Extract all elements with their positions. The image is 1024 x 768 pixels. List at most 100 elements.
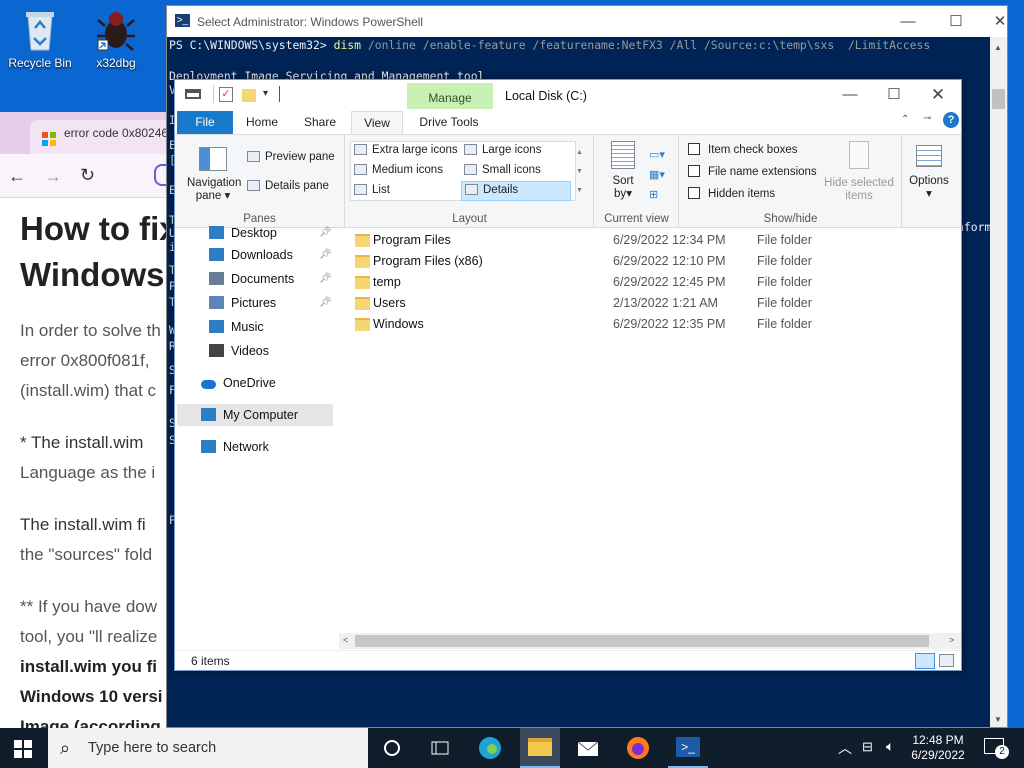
nav-item-pictures[interactable]: Pictures (209, 292, 276, 314)
horizontal-scrollbar[interactable]: < > (339, 633, 961, 649)
details-pane-button[interactable]: Details pane (247, 180, 329, 192)
table-row[interactable]: Program Files (x86) 6/29/2022 12:10 PM Fil… (341, 251, 951, 272)
scroll-left-icon[interactable]: < (343, 635, 348, 645)
nav-item-videos[interactable]: Videos (209, 340, 269, 362)
table-row[interactable]: Program Files 6/29/2022 12:34 PM File fold… (341, 230, 951, 251)
close-button[interactable]: ✕ (915, 80, 961, 109)
scroll-up-icon[interactable]: ▲ (994, 43, 1002, 52)
nav-item-desktop[interactable]: Desktop (209, 222, 277, 244)
layout-scroll[interactable]: ▲ ▼ ▼ (576, 143, 583, 200)
clock[interactable]: 12:48 PM 6/29/2022 (906, 733, 970, 763)
explorer-title: Local Disk (C:) (505, 89, 587, 103)
nav-item-label: Pictures (231, 296, 277, 310)
minimize-button[interactable]: — (827, 80, 873, 109)
nav-item-music[interactable]: Music (209, 316, 264, 338)
quick-access-dropdown-icon[interactable]: ▾ (263, 88, 268, 99)
edge-icon[interactable] (478, 736, 502, 760)
powershell-titlebar[interactable]: >_ Select Administrator: Windows PowerSh… (167, 6, 1007, 37)
onedrive-icon (201, 380, 216, 389)
powershell-title: Select Administrator: Windows PowerShell (197, 15, 424, 29)
close-button[interactable]: ✕ (977, 6, 1023, 37)
file-type: File folder (757, 275, 812, 289)
manage-context-tab[interactable]: Manage (407, 83, 493, 110)
powershell-taskbar-button[interactable]: >_ (668, 728, 708, 768)
powershell-scrollbar[interactable]: ▲ ▼ (990, 37, 1007, 727)
file-date: 2/13/2022 1:21 AM (613, 296, 718, 310)
nav-item-my-computer[interactable]: My Computer (177, 404, 333, 426)
forward-icon[interactable]: → (44, 166, 62, 187)
nav-item-documents[interactable]: Documents (209, 268, 294, 290)
navigation-pane: Desktop 📌︎ Downloads 📌︎ Documents 📌︎ Pictures 📌… (175, 226, 335, 643)
maximize-button[interactable]: ☐ (871, 80, 917, 109)
folder-icon (355, 276, 370, 289)
nav-item-label: Music (231, 320, 264, 334)
hide-selected-items-button[interactable]: Hide selected items (820, 141, 898, 203)
layout-details[interactable]: Details (461, 181, 571, 201)
refresh-icon[interactable]: ↻ (80, 165, 95, 186)
layout-extra-large-icons[interactable]: Extra large icons (354, 144, 458, 156)
show-hidden-icons-icon[interactable]: ︿ (838, 738, 852, 758)
details-view-icon[interactable] (915, 653, 935, 669)
new-folder-icon[interactable] (242, 89, 256, 102)
help-icon[interactable]: ? (943, 112, 959, 128)
tab-share[interactable]: Share (295, 111, 345, 134)
file-name-extensions[interactable]: File name extensions (688, 165, 817, 178)
scrollbar-thumb[interactable] (992, 89, 1005, 109)
tab-file[interactable]: File (177, 111, 233, 134)
nav-item-downloads[interactable]: Downloads (209, 244, 293, 266)
layout-list[interactable]: List (354, 184, 390, 196)
back-icon[interactable]: ← (8, 166, 26, 187)
group-by-icons[interactable]: ▭▾ ▦▾ ⊞ (649, 145, 665, 205)
scroll-down-icon[interactable]: ▼ (994, 715, 1002, 724)
explorer-titlebar[interactable]: ✓ ▾ Manage Local Disk (C:) — ☐ ✕ (175, 80, 961, 110)
network-icon[interactable]: ⊟ (862, 739, 873, 755)
minimize-button[interactable]: — (885, 6, 931, 37)
file-explorer-window[interactable]: ✓ ▾ Manage Local Disk (C:) — ☐ ✕ File Ho… (174, 79, 962, 671)
status-bar: 6 items (175, 650, 961, 670)
tab-view[interactable]: View (351, 111, 403, 134)
pin-icon[interactable]: ⊸ (923, 113, 931, 124)
scrollbar-thumb[interactable] (355, 635, 929, 647)
layout-medium-icons[interactable]: Medium icons (354, 164, 443, 176)
task-view-icon[interactable] (380, 736, 404, 760)
nav-item-onedrive[interactable]: OneDrive (201, 372, 276, 394)
table-row[interactable]: Windows 6/29/2022 12:35 PM File folder (341, 314, 951, 335)
firefox-icon[interactable] (626, 736, 650, 760)
properties-icon[interactable]: ✓ (219, 87, 233, 102)
table-row[interactable]: temp 6/29/2022 12:45 PM File folder (341, 272, 951, 293)
start-icon[interactable] (14, 740, 32, 758)
volume-icon[interactable]: 🔈︎ (886, 738, 894, 755)
microsoft-logo-icon (42, 132, 56, 146)
sort-by-button[interactable]: Sort by▾ (605, 141, 641, 201)
maximize-button[interactable]: ☐ (933, 6, 979, 37)
navigation-pane-button[interactable]: Navigation pane ▾ (187, 139, 241, 203)
checkbox-icon (688, 165, 700, 177)
options-button[interactable]: Options ▾ (907, 141, 951, 201)
layout-large-icons[interactable]: Large icons (464, 144, 541, 156)
file-list: Program Files 6/29/2022 12:34 PM File fold… (341, 228, 959, 638)
collapse-ribbon-icon[interactable]: ⌃ (901, 114, 909, 125)
checkbox-icon (688, 143, 700, 155)
nav-item-network[interactable]: Network (201, 436, 269, 458)
desktop-icon-recycle-bin[interactable]: Recycle Bin (0, 8, 80, 70)
layout-small-icons[interactable]: Small icons (464, 164, 541, 176)
item-check-boxes[interactable]: Item check boxes (688, 143, 797, 156)
sort-icon (611, 141, 635, 169)
mail-icon[interactable] (576, 736, 600, 760)
details-icon (465, 184, 478, 195)
preview-pane-button[interactable]: Preview pane (247, 151, 335, 163)
notifications-icon[interactable]: 2 (984, 738, 1009, 759)
widgets-icon[interactable] (428, 736, 452, 760)
taskbar-search[interactable]: ⌕ Type here to search (48, 728, 368, 768)
ribbon-tabs: File Home Share View Drive Tools ⌃ ⊸ ? (175, 109, 961, 134)
taskbar: ⌕ Type here to search >_ ︿ ⊟ 🔈︎ 12:48 PM… (0, 728, 1024, 768)
browser-tab[interactable]: error code 0x802460 (30, 120, 172, 154)
table-row[interactable]: Users 2/13/2022 1:21 AM File folder (341, 293, 951, 314)
large-icons-view-icon[interactable] (939, 654, 954, 667)
tab-drive-tools[interactable]: Drive Tools (409, 111, 489, 134)
file-explorer-taskbar-button[interactable] (520, 728, 560, 768)
desktop-icon-x32dbg[interactable]: x32dbg (76, 8, 156, 70)
hidden-items[interactable]: Hidden items (688, 187, 775, 200)
scroll-right-icon[interactable]: > (949, 635, 954, 645)
tab-home[interactable]: Home (237, 111, 287, 134)
